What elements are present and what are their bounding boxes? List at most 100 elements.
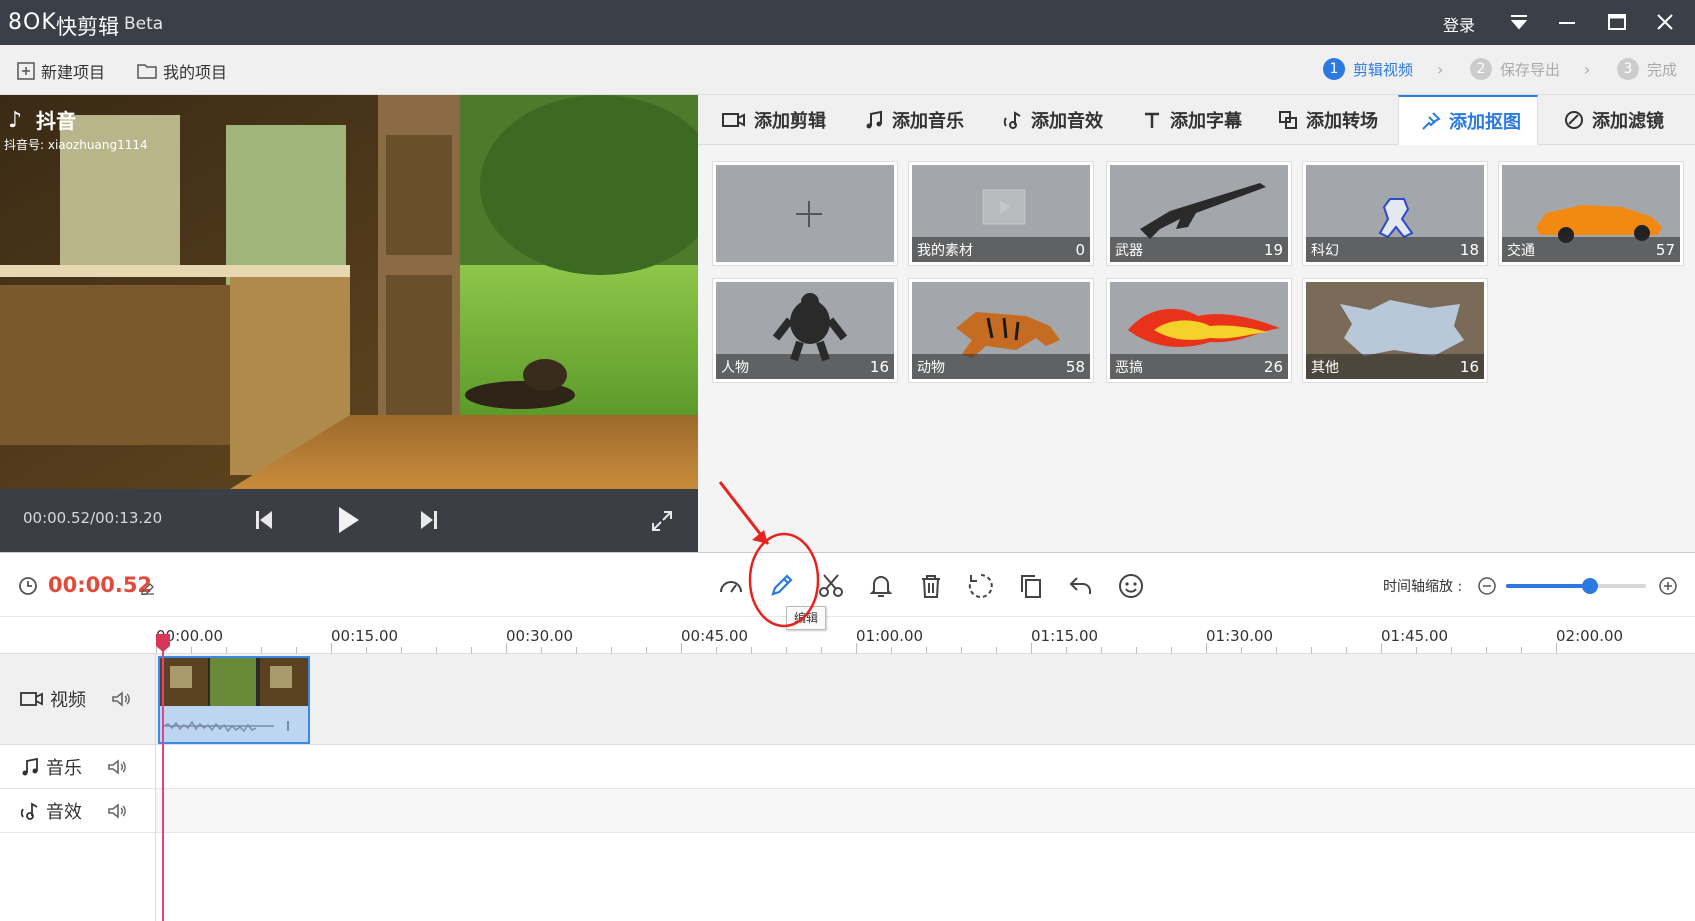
music-track[interactable] — [156, 745, 1695, 789]
trash-icon[interactable] — [916, 571, 946, 601]
zoom-slider-handle[interactable] — [1582, 578, 1598, 594]
speaker-icon[interactable] — [106, 758, 128, 776]
minimize-icon[interactable] — [1550, 8, 1584, 36]
new-project-label: 新建项目 — [41, 63, 106, 82]
copy-icon[interactable] — [1016, 571, 1046, 601]
ruler-label: 01:15.00 — [1031, 627, 1099, 645]
time-ruler[interactable]: 00:00.00 00:15.00 00:30.00 00:45.00 01:0… — [156, 617, 1695, 653]
car-icon — [1536, 205, 1662, 243]
video-clip[interactable] — [158, 656, 310, 744]
material-card-traffic[interactable]: 交通 57 — [1499, 162, 1683, 265]
material-label: 科幻 — [1306, 237, 1484, 262]
tab-add-subtitle[interactable]: 添加字幕 — [1142, 95, 1242, 145]
tab-add-filter[interactable]: 添加滤镜 — [1564, 95, 1664, 145]
broken-wall-icon — [1340, 300, 1464, 356]
new-project-button[interactable]: 新建项目 — [16, 59, 105, 83]
text-icon — [1145, 112, 1159, 128]
tiktok-logo-icon: ♪ — [8, 108, 22, 133]
skip-forward-icon[interactable] — [419, 509, 439, 535]
material-card-animals[interactable]: 动物 58 — [909, 279, 1093, 382]
sfx-track[interactable] — [156, 789, 1695, 833]
chevron-right-icon: › — [1437, 60, 1444, 79]
zoom-in-icon[interactable] — [1658, 576, 1678, 596]
folder-icon — [137, 64, 157, 79]
material-card-funny[interactable]: 恶搞 26 — [1107, 279, 1291, 382]
step-edit-video[interactable]: 1 剪辑视频 — [1323, 58, 1413, 80]
play-icon[interactable] — [336, 505, 360, 539]
step-save-export[interactable]: 2 保存导出 — [1470, 58, 1560, 80]
step-label: 剪辑视频 — [1353, 60, 1414, 79]
close-icon[interactable] — [1648, 8, 1682, 36]
ruler-label: 02:00.00 — [1556, 627, 1624, 645]
material-label: 我的素材 — [912, 237, 1090, 262]
material-card-other[interactable]: 其他 16 — [1303, 279, 1487, 382]
add-tabs: 添加剪辑 添加音乐 添加音效 添加字幕 添加转场 添加抠图 添加滤镜 — [698, 95, 1695, 145]
maximize-icon[interactable] — [1600, 8, 1634, 36]
sticker-smile-icon[interactable] — [1116, 571, 1146, 601]
material-count: 58 — [1065, 358, 1085, 376]
material-count: 26 — [1263, 358, 1283, 376]
edit-time-icon[interactable] — [140, 579, 156, 595]
step-number: 3 — [1617, 58, 1639, 80]
sound-effect-icon — [20, 801, 38, 820]
playhead[interactable] — [162, 636, 164, 921]
material-card-my[interactable]: 我的素材 0 — [909, 162, 1093, 265]
my-projects-button[interactable]: 我的项目 — [136, 59, 227, 83]
fullscreen-icon[interactable] — [650, 509, 674, 537]
track-header-sfx: 音效 — [0, 789, 156, 833]
plus-icon — [796, 201, 822, 227]
title-bar: 8OK 快剪辑 Beta 登录 — [0, 0, 1695, 45]
rifle-icon — [1140, 183, 1266, 239]
undo-icon[interactable] — [1066, 571, 1096, 601]
app-logo: 8OK — [8, 10, 57, 35]
material-card-people[interactable]: 人物 16 — [713, 279, 897, 382]
ruler-label: 01:00.00 — [856, 627, 924, 645]
video-camera-icon — [20, 692, 43, 706]
material-label: 恶搞 — [1110, 354, 1288, 379]
playback-controls: 00:00.52/00:13.20 — [0, 489, 698, 552]
music-note-icon — [22, 757, 38, 775]
video-track[interactable] — [156, 653, 1695, 745]
app-name: 快剪辑 — [56, 15, 119, 39]
timecode: 00:00.52/00:13.20 — [23, 509, 163, 527]
tab-add-cutout[interactable]: 添加抠图 — [1398, 95, 1538, 145]
bell-icon[interactable] — [866, 571, 896, 601]
tab-add-music[interactable]: 添加音乐 — [864, 95, 964, 145]
tab-add-clip[interactable]: 添加剪辑 — [722, 95, 826, 145]
material-card-scifi[interactable]: 科幻 18 — [1303, 162, 1487, 265]
menu-bar: 新建项目 我的项目 1 剪辑视频 › 2 保存导出 › 3 完成 — [0, 45, 1695, 95]
tab-label: 添加滤镜 — [1592, 111, 1664, 132]
material-count: 0 — [1075, 241, 1085, 259]
speaker-icon[interactable] — [106, 802, 128, 820]
step-done[interactable]: 3 完成 — [1617, 58, 1677, 80]
tab-label: 添加音乐 — [892, 111, 964, 132]
tab-label: 添加转场 — [1306, 111, 1378, 132]
zoom-label: 时间轴缩放 : — [1383, 579, 1463, 595]
annotation-circle — [748, 532, 820, 628]
playhead-handle[interactable] — [155, 633, 171, 653]
material-label: 动物 — [912, 354, 1090, 379]
chevron-right-icon: › — [1584, 60, 1591, 79]
material-label: 其他 — [1306, 354, 1484, 379]
login-link[interactable]: 登录 — [1443, 12, 1475, 36]
tab-add-sfx[interactable]: 添加音效 — [1003, 95, 1103, 145]
video-camera-icon — [722, 113, 745, 127]
zoom-out-icon[interactable] — [1477, 576, 1497, 596]
ruler-label: 00:15.00 — [331, 627, 399, 645]
tab-label: 添加字幕 — [1170, 111, 1242, 132]
clip-thumbnails — [160, 658, 308, 706]
annotation-overlay — [718, 481, 820, 628]
dropdown-menu-icon[interactable] — [1502, 8, 1536, 36]
tab-add-transition[interactable]: 添加转场 — [1278, 95, 1378, 145]
zoom-slider-track[interactable] — [1506, 578, 1646, 594]
skip-back-icon[interactable] — [254, 509, 274, 535]
step-label: 保存导出 — [1500, 60, 1561, 79]
track-label: 音乐 — [46, 757, 82, 779]
material-card-weapon[interactable]: 武器 19 — [1107, 162, 1291, 265]
material-label: 人物 — [716, 354, 894, 379]
cutout-pin-icon — [1422, 112, 1441, 130]
add-material-card[interactable] — [713, 162, 897, 265]
crop-rotate-icon[interactable] — [966, 571, 996, 601]
speaker-icon[interactable] — [110, 690, 132, 708]
track-label: 音效 — [46, 801, 82, 823]
